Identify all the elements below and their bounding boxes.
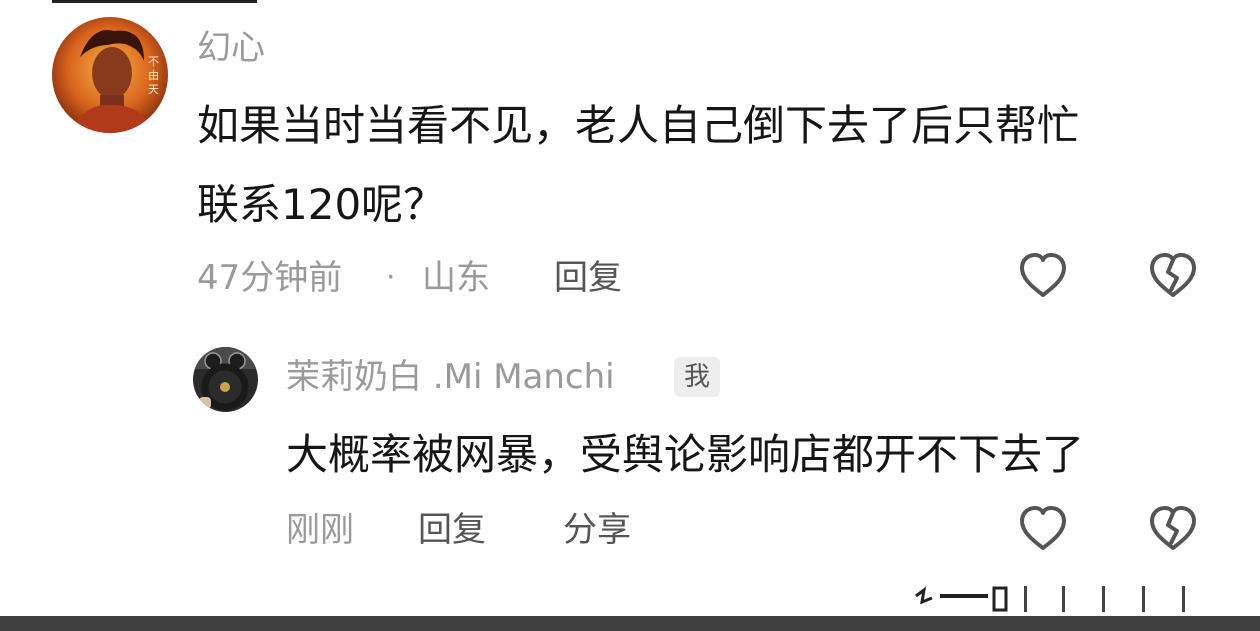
meta-separator: · [386, 260, 396, 295]
reply-reply-button[interactable]: 回复 [418, 508, 486, 552]
heart-icon [1020, 253, 1066, 297]
comment-text-line1: 如果当时当看不见，老人自己倒下去了后只帮忙 [197, 101, 1080, 150]
svg-text:由: 由 [148, 68, 159, 82]
reply-username[interactable]: 茉莉奶白 .Mi Manchi [286, 355, 615, 399]
comment-like-button[interactable] [1017, 250, 1069, 302]
comment-dislike-button[interactable] [1147, 250, 1199, 302]
broken-heart-icon [1150, 506, 1196, 550]
comment-reply-button[interactable]: 回复 [554, 256, 622, 300]
broken-heart-icon [1150, 253, 1196, 297]
watermark-graphic [912, 576, 1212, 616]
comment-time: 47分钟前 [197, 258, 343, 298]
avatar-icon: 不 由 天 [52, 17, 168, 133]
avatar-icon [193, 347, 258, 412]
comment-avatar[interactable]: 不 由 天 [52, 17, 168, 133]
reply-share-button[interactable]: 分享 [563, 508, 631, 552]
bottom-bar [0, 616, 1260, 631]
reply-dislike-button[interactable] [1147, 503, 1199, 555]
reply-time: 刚刚 [286, 510, 354, 550]
comment-text-line2: 联系120呢？ [197, 180, 446, 229]
svg-text:不: 不 [148, 55, 159, 68]
comment-location: 山东 [422, 258, 490, 298]
reply-avatar[interactable] [193, 347, 258, 412]
reply-text: 大概率被网暴，受舆论影响店都开不下去了 [286, 430, 1085, 479]
comment-username[interactable]: 幻心 [197, 26, 265, 70]
reply-like-button[interactable] [1017, 503, 1069, 555]
author-badge: 我 [674, 357, 721, 397]
svg-text:天: 天 [148, 83, 159, 96]
top-divider [52, 0, 257, 3]
heart-icon [1020, 506, 1066, 550]
